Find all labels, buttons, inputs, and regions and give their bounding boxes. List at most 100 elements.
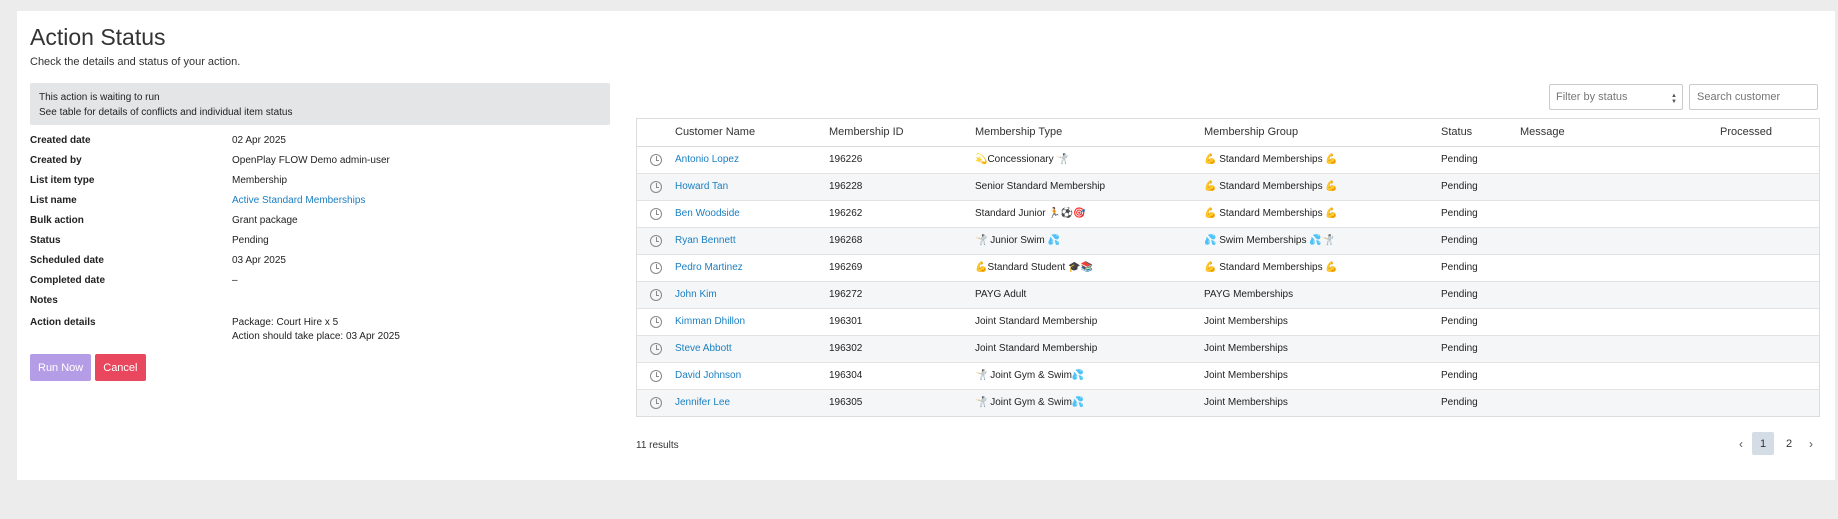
- action-details-line-2: Action should take place: 03 Apr 2025: [232, 331, 400, 342]
- column-header-customer-name[interactable]: Customer Name: [675, 119, 829, 147]
- page-2-button[interactable]: 2: [1778, 432, 1800, 455]
- detail-value: OpenPlay FLOW Demo admin-user: [232, 155, 390, 166]
- results-count: 11 results: [636, 440, 679, 451]
- pagination: ‹ 1 2 ›: [1734, 432, 1818, 455]
- status-cell: Pending: [1441, 253, 1520, 281]
- column-header-membership-group[interactable]: Membership Group: [1204, 119, 1441, 147]
- clock-icon: [650, 261, 662, 274]
- customer-name-link[interactable]: John Kim: [675, 289, 717, 300]
- customer-name-link[interactable]: Antonio Lopez: [675, 154, 739, 165]
- message-cell: [1520, 253, 1720, 281]
- status-cell: Pending: [1441, 199, 1520, 227]
- cancel-button[interactable]: Cancel: [95, 354, 146, 381]
- membership-id-cell: 196305: [829, 388, 975, 416]
- processed-cell: [1720, 361, 1819, 389]
- customer-name-link[interactable]: Kimman Dhillon: [675, 316, 745, 327]
- column-header-processed[interactable]: Processed: [1720, 119, 1819, 147]
- customer-name-link[interactable]: Howard Tan: [675, 181, 728, 192]
- column-header-membership-type[interactable]: Membership Type: [975, 119, 1204, 147]
- detail-label: Created date: [30, 135, 91, 146]
- detail-label: Action details: [30, 317, 96, 328]
- column-header-status[interactable]: Status: [1441, 119, 1520, 147]
- customer-name-link[interactable]: Jennifer Lee: [675, 397, 730, 408]
- table-row: Ryan Bennett 196268 🤺 Junior Swim 💦 💦 Sw…: [637, 226, 1819, 254]
- detail-created-by: Created by OpenPlay FLOW Demo admin-user: [30, 155, 610, 167]
- message-cell: [1520, 199, 1720, 227]
- detail-label: Status: [30, 235, 61, 246]
- list-name-link[interactable]: Active Standard Memberships: [232, 195, 365, 206]
- action-status-card: Action Status Check the details and stat…: [17, 11, 1835, 480]
- run-now-button[interactable]: Run Now: [30, 354, 92, 381]
- customer-name-link[interactable]: Ben Woodside: [675, 208, 740, 219]
- status-filter-select[interactable]: Filter by status ▲ ▼: [1549, 84, 1683, 110]
- message-cell: [1520, 388, 1720, 416]
- action-buttons: Run Now Cancel: [30, 354, 146, 381]
- clock-icon: [650, 288, 662, 301]
- detail-notes: Notes: [30, 295, 610, 307]
- customer-name-link[interactable]: Steve Abbott: [675, 343, 732, 354]
- processed-cell: [1720, 199, 1819, 227]
- message-cell: [1520, 307, 1720, 335]
- previous-page-button[interactable]: ‹: [1734, 432, 1748, 455]
- message-cell: [1520, 172, 1720, 200]
- detail-value: Grant package: [232, 215, 298, 226]
- membership-group-cell: PAYG Memberships: [1204, 280, 1441, 308]
- column-header-message[interactable]: Message: [1520, 119, 1720, 147]
- detail-value: –: [232, 275, 238, 286]
- clock-icon: [650, 234, 662, 247]
- table-row: Steve Abbott 196302 Joint Standard Membe…: [637, 334, 1819, 362]
- detail-action-details: Action details Package: Court Hire x 5 A…: [30, 317, 610, 343]
- membership-id-cell: 196301: [829, 307, 975, 335]
- status-cell: Pending: [1441, 226, 1520, 254]
- status-cell: Pending: [1441, 334, 1520, 362]
- page-1-button[interactable]: 1: [1752, 432, 1774, 455]
- detail-label: Notes: [30, 295, 58, 306]
- membership-group-cell: Joint Memberships: [1204, 307, 1441, 335]
- detail-label: List name: [30, 195, 77, 206]
- table-row: Howard Tan 196228 Senior Standard Member…: [637, 172, 1819, 200]
- table-row: Jennifer Lee 196305 🤺 Joint Gym & Swim💦 …: [637, 388, 1819, 416]
- table-row: Kimman Dhillon 196301 Joint Standard Mem…: [637, 307, 1819, 335]
- status-cell: Pending: [1441, 280, 1520, 308]
- membership-type-cell: Standard Junior 🏃⚽🎯: [975, 199, 1204, 227]
- membership-type-cell: 💪Standard Student 🎓📚: [975, 253, 1204, 281]
- customer-name-link[interactable]: Pedro Martinez: [675, 262, 743, 273]
- message-cell: [1520, 226, 1720, 254]
- message-cell: [1520, 334, 1720, 362]
- membership-type-cell: Senior Standard Membership: [975, 172, 1204, 200]
- status-cell: Pending: [1441, 307, 1520, 335]
- message-cell: [1520, 361, 1720, 389]
- column-header-membership-id[interactable]: Membership ID: [829, 119, 975, 147]
- detail-label: List item type: [30, 175, 95, 186]
- customer-name-link[interactable]: Ryan Bennett: [675, 235, 736, 246]
- clock-icon: [650, 369, 662, 382]
- membership-group-cell: 💪 Standard Memberships 💪: [1204, 199, 1441, 227]
- processed-cell: [1720, 226, 1819, 254]
- status-cell: Pending: [1441, 145, 1520, 173]
- clock-icon: [650, 396, 662, 409]
- detail-value: 02 Apr 2025: [232, 135, 286, 146]
- membership-type-cell: Joint Standard Membership: [975, 334, 1204, 362]
- customer-name-link[interactable]: David Johnson: [675, 370, 741, 381]
- search-customer-input[interactable]: [1689, 84, 1818, 110]
- membership-type-cell: 🤺 Joint Gym & Swim💦: [975, 388, 1204, 416]
- processed-cell: [1720, 280, 1819, 308]
- membership-type-cell: 🤺 Joint Gym & Swim💦: [975, 361, 1204, 389]
- membership-id-cell: 196272: [829, 280, 975, 308]
- detail-label: Completed date: [30, 275, 106, 286]
- membership-id-cell: 196304: [829, 361, 975, 389]
- clock-icon: [650, 153, 662, 166]
- membership-group-cell: 💦 Swim Memberships 💦🤺: [1204, 226, 1441, 254]
- membership-id-cell: 196226: [829, 145, 975, 173]
- table-row: Antonio Lopez 196226 💫Concessionary 🤺 💪 …: [637, 145, 1819, 173]
- table-row: Ben Woodside 196262 Standard Junior 🏃⚽🎯 …: [637, 199, 1819, 227]
- membership-type-cell: PAYG Adult: [975, 280, 1204, 308]
- status-cell: Pending: [1441, 172, 1520, 200]
- alert-line-2: See table for details of conflicts and i…: [39, 107, 293, 118]
- detail-list-item-type: List item type Membership: [30, 175, 610, 187]
- detail-label: Created by: [30, 155, 82, 166]
- next-page-button[interactable]: ›: [1804, 432, 1818, 455]
- column-header-icon: [637, 119, 675, 147]
- detail-value: Pending: [232, 235, 269, 246]
- table-row: Pedro Martinez 196269 💪Standard Student …: [637, 253, 1819, 281]
